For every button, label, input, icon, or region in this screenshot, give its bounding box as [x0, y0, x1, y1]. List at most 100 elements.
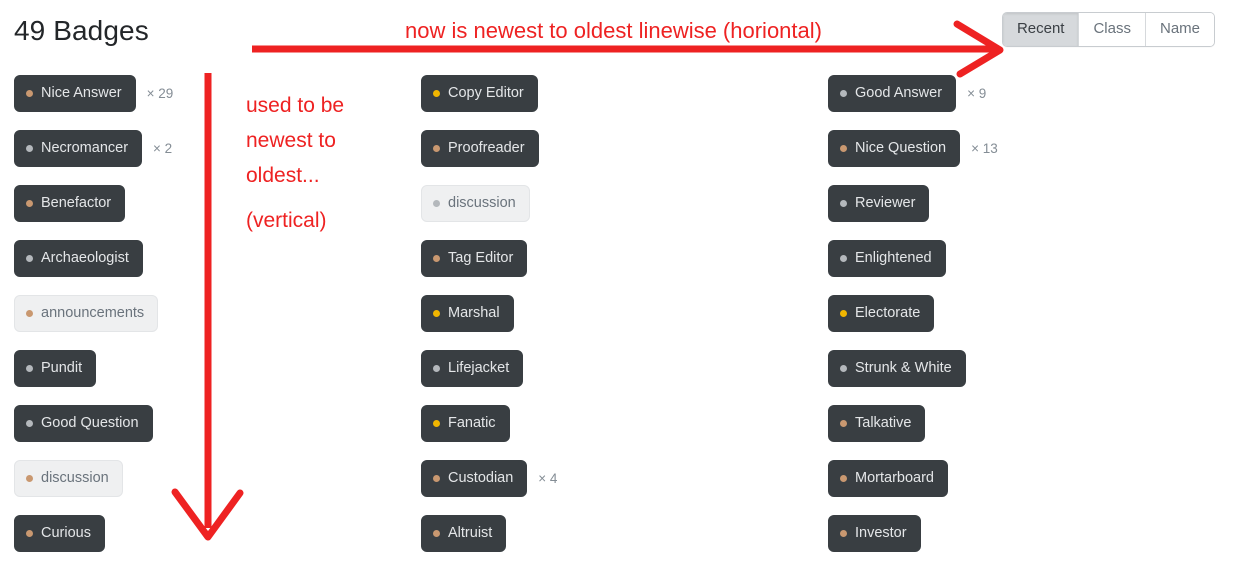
bronze-badge-dot-icon [433, 474, 440, 482]
badge-row: Investor [828, 506, 1221, 561]
bronze-badge-dot-icon [26, 474, 33, 482]
bronze-badge-dot-icon [840, 474, 847, 482]
gold-badge-dot-icon [433, 89, 440, 97]
badge-label: Fanatic [448, 415, 496, 431]
badge-row: Benefactor [14, 176, 407, 231]
badge-row: Marshal [421, 286, 814, 341]
badge-strunk-white[interactable]: Strunk & White [828, 350, 966, 387]
bronze-badge-dot-icon [26, 89, 33, 97]
badge-row: discussion [421, 176, 814, 231]
badge-altruist[interactable]: Altruist [421, 515, 507, 552]
badge-copy-editor[interactable]: Copy Editor [421, 75, 538, 112]
badge-sort-filter-group[interactable]: Recent Class Name [1001, 12, 1215, 47]
badge-label: Reviewer [855, 195, 916, 211]
badge-enlightened[interactable]: Enlightened [828, 240, 946, 277]
badge-count: × 2 [153, 141, 173, 156]
badge-label: Good Question [41, 415, 139, 431]
badge-column-3: Good Answer × 9 Nice Question × 13 Reviewer E… [814, 66, 1221, 561]
silver-badge-dot-icon [433, 364, 440, 372]
badge-label: announcements [41, 305, 145, 321]
badge-count: × 4 [538, 471, 558, 486]
badge-tag-editor[interactable]: Tag Editor [421, 240, 528, 277]
badge-row: Talkative [828, 396, 1221, 451]
filter-button-class[interactable]: Class [1079, 13, 1146, 46]
badge-row: Good Answer × 9 [828, 66, 1221, 121]
badge-row: Pundit [14, 341, 407, 396]
badge-benefactor[interactable]: Benefactor [14, 185, 126, 222]
badge-row: Mortarboard [828, 451, 1221, 506]
badge-count: × 9 [967, 86, 987, 101]
badge-label: Custodian [448, 470, 514, 486]
badge-nice-question[interactable]: Nice Question [828, 130, 961, 167]
badge-label: Good Answer [855, 85, 943, 101]
badge-label: Curious [41, 525, 91, 541]
badge-row: Nice Question × 13 [828, 121, 1221, 176]
badge-row: Proofreader [421, 121, 814, 176]
badge-row: Fanatic [421, 396, 814, 451]
badge-row: Altruist [421, 506, 814, 561]
badge-investor[interactable]: Investor [828, 515, 921, 552]
badge-label: Proofreader [448, 140, 525, 156]
page-title: 49 Badges [14, 15, 149, 46]
silver-badge-dot-icon [840, 89, 847, 97]
badge-label: Necromancer [41, 140, 129, 156]
silver-badge-dot-icon [840, 199, 847, 207]
filter-button-name[interactable]: Name [1145, 13, 1214, 46]
badge-label: Investor [855, 525, 907, 541]
badge-row: discussion [14, 451, 407, 506]
badge-pundit[interactable]: Pundit [14, 350, 97, 387]
badge-label: Electorate [855, 305, 921, 321]
badge-label: Archaeologist [41, 250, 129, 266]
badge-proofreader[interactable]: Proofreader [421, 130, 539, 167]
badges-page: 49 Badges Recent Class Name Nice Answer × 2… [0, 0, 1233, 552]
badge-announcements[interactable]: announcements [14, 295, 159, 332]
silver-badge-dot-icon [433, 199, 440, 207]
badge-marshal[interactable]: Marshal [421, 295, 514, 332]
badge-custodian[interactable]: Custodian [421, 460, 528, 497]
gold-badge-dot-icon [840, 309, 847, 317]
badge-row: Nice Answer × 29 [14, 66, 407, 121]
gold-badge-dot-icon [433, 419, 440, 427]
badge-label: Enlightened [855, 250, 932, 266]
badge-label: Lifejacket [448, 360, 510, 376]
silver-badge-dot-icon [26, 144, 33, 152]
badge-row: Archaeologist [14, 231, 407, 286]
badge-row: Curious [14, 506, 407, 561]
badge-electorate[interactable]: Electorate [828, 295, 935, 332]
badge-row: Necromancer × 2 [14, 121, 407, 176]
badge-nice-answer[interactable]: Nice Answer [14, 75, 136, 112]
badge-discussion[interactable]: discussion [14, 460, 123, 497]
badge-mortarboard[interactable]: Mortarboard [828, 460, 948, 497]
badge-curious[interactable]: Curious [14, 515, 105, 552]
badge-columns: Nice Answer × 29 Necromancer × 2 Benefactor A… [0, 66, 1233, 561]
bronze-badge-dot-icon [26, 309, 33, 317]
badge-row: Electorate [828, 286, 1221, 341]
filter-button-recent[interactable]: Recent [1002, 13, 1080, 46]
bronze-badge-dot-icon [26, 529, 33, 537]
badge-archaeologist[interactable]: Archaeologist [14, 240, 143, 277]
badge-row: Strunk & White [828, 341, 1221, 396]
badge-good-answer[interactable]: Good Answer [828, 75, 957, 112]
silver-badge-dot-icon [26, 419, 33, 427]
badge-row: Lifejacket [421, 341, 814, 396]
badge-discussion[interactable]: discussion [421, 185, 530, 222]
bronze-badge-dot-icon [433, 144, 440, 152]
badge-label: discussion [41, 470, 109, 486]
badge-label: Tag Editor [448, 250, 514, 266]
silver-badge-dot-icon [840, 364, 847, 372]
badge-label: Talkative [855, 415, 912, 431]
badge-necromancer[interactable]: Necromancer [14, 130, 143, 167]
bronze-badge-dot-icon [840, 144, 847, 152]
badge-label: Mortarboard [855, 470, 934, 486]
badge-talkative[interactable]: Talkative [828, 405, 926, 442]
badge-lifejacket[interactable]: Lifejacket [421, 350, 524, 387]
badge-column-1: Nice Answer × 29 Necromancer × 2 Benefactor A… [0, 66, 407, 561]
badge-good-question[interactable]: Good Question [14, 405, 153, 442]
badge-fanatic[interactable]: Fanatic [421, 405, 510, 442]
badge-row: Custodian × 4 [421, 451, 814, 506]
badge-row: Good Question [14, 396, 407, 451]
badge-row: Tag Editor [421, 231, 814, 286]
badge-label: Altruist [448, 525, 493, 541]
badge-label: Benefactor [41, 195, 112, 211]
badge-reviewer[interactable]: Reviewer [828, 185, 930, 222]
